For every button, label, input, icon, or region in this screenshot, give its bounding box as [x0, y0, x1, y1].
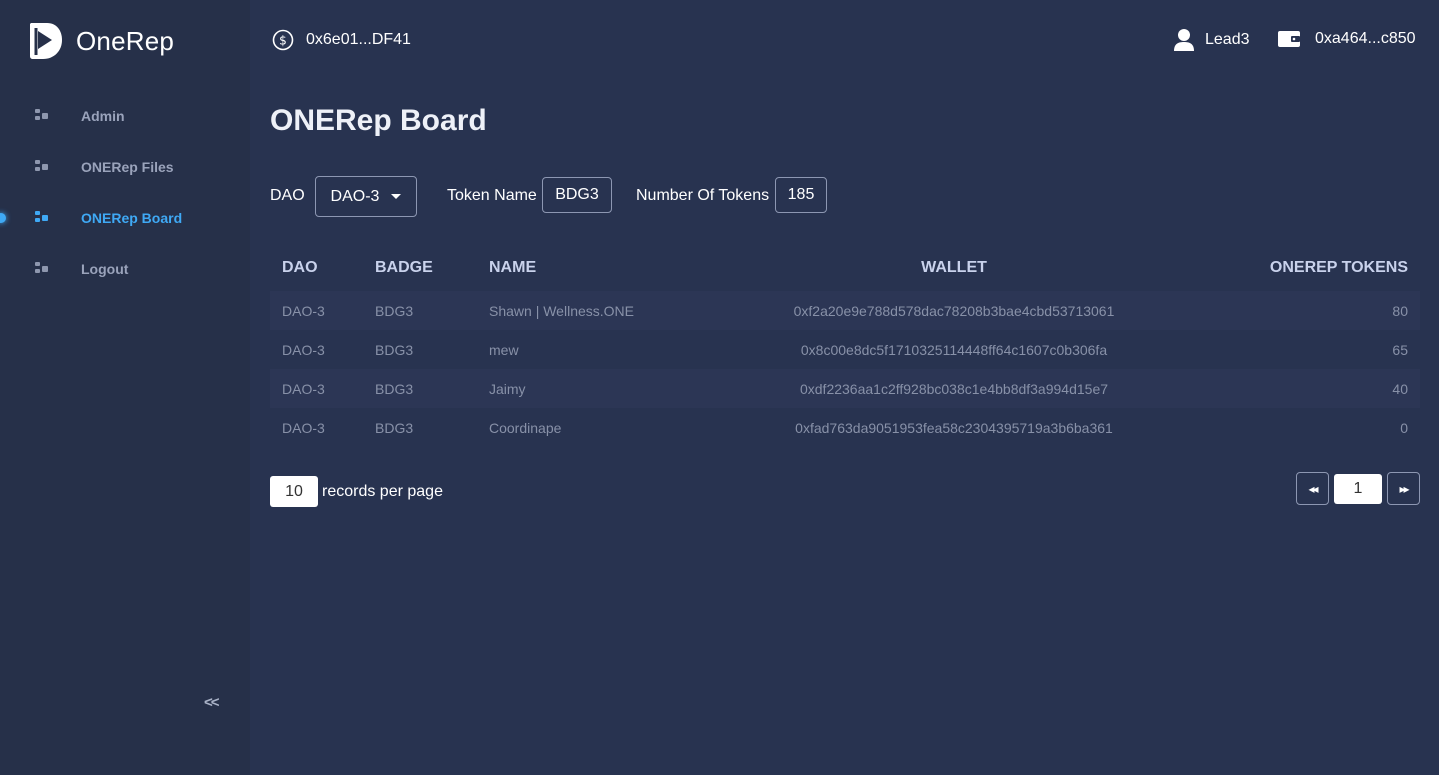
- sidebar-nav: Admin ONERep Files ONERep Board Logout: [0, 90, 250, 294]
- sidebar-item-label: ONERep Board: [81, 209, 183, 226]
- cell-name: Coordinape: [489, 420, 562, 436]
- cell-badge: BDG3: [375, 342, 414, 358]
- current-page-number: 1: [1353, 480, 1363, 497]
- onerep-logo-icon: [30, 23, 62, 59]
- token-name-field[interactable]: BDG3: [542, 177, 612, 213]
- token-name-label: Token Name: [447, 187, 537, 204]
- sidebar-item-label: ONERep Files: [81, 158, 174, 175]
- grid-dots-icon: [35, 262, 48, 273]
- cell-badge: BDG3: [375, 420, 414, 436]
- column-header-wallet-text: WALLET: [921, 259, 987, 276]
- table-row: DAO-3 BDG3 Shawn | Wellness.ONE 0xf2a20e…: [270, 291, 1420, 330]
- dao-label: DAO: [270, 187, 305, 204]
- last-page-button[interactable]: ▸▸: [1387, 472, 1420, 505]
- num-tokens-field[interactable]: 185: [775, 177, 827, 213]
- column-header-tokens[interactable]: ONEREP TOKENS: [1270, 259, 1408, 277]
- cell-wallet-text: 0xf2a20e9e788d578dac78208b3bae4cbd537130…: [793, 303, 1115, 319]
- table-row: DAO-3 BDG3 Jaimy 0xdf2236aa1c2ff928bc038…: [270, 369, 1420, 408]
- num-tokens-label: Number Of Tokens: [636, 187, 770, 204]
- column-header-badge[interactable]: BADGE: [375, 259, 433, 277]
- cell-wallet-text: 0x8c00e8dc5f1710325114448ff64c1607c0b306…: [800, 342, 1108, 358]
- sidebar-item-logout[interactable]: Logout: [0, 243, 250, 294]
- user-menu[interactable]: Lead3: [1173, 28, 1250, 52]
- cell-tokens: 40: [1392, 381, 1408, 397]
- grid-dots-icon: [35, 211, 48, 222]
- dao-select-value: DAO-3: [330, 187, 380, 205]
- grid-dots-icon: [35, 109, 48, 120]
- sidebar-item-onerep-files[interactable]: ONERep Files: [0, 141, 250, 192]
- wallet-address: 0xa464...c850: [1315, 30, 1416, 47]
- cell-name: Shawn | Wellness.ONE: [489, 303, 634, 319]
- cell-name: Jaimy: [489, 381, 526, 397]
- table-row: DAO-3 BDG3 mew 0x8c00e8dc5f1710325114448…: [270, 330, 1420, 369]
- page-title: ONERep Board: [270, 104, 487, 137]
- top-header: $ 0x6e01...DF41 Lead3 0xa464...c850: [250, 0, 1439, 80]
- cell-tokens: 65: [1392, 342, 1408, 358]
- user-name: Lead3: [1205, 31, 1250, 48]
- onerep-board-table: DAO BADGE NAME WALLET ONEREP TOKENS DAO-…: [270, 247, 1420, 447]
- sidebar-item-label: Admin: [81, 107, 125, 124]
- dollar-circle-icon: $: [272, 29, 294, 51]
- collapse-sidebar-button[interactable]: <<: [204, 694, 219, 711]
- sidebar-item-admin[interactable]: Admin: [0, 90, 250, 141]
- cell-wallet-text: 0xfad763da9051953fea58c2304395719a3b6ba3…: [795, 420, 1113, 436]
- contract-address: $ 0x6e01...DF41: [272, 29, 411, 51]
- logo[interactable]: OneRep: [27, 21, 174, 61]
- first-page-button[interactable]: ◂◂: [1296, 472, 1329, 505]
- last-page-icon: ▸▸: [1399, 481, 1409, 496]
- cell-name: mew: [489, 342, 519, 358]
- table-header: DAO BADGE NAME WALLET ONEREP TOKENS: [270, 247, 1420, 291]
- active-indicator: [0, 213, 6, 223]
- sidebar: OneRep Admin ONERep Files ONERep Board L…: [0, 0, 250, 775]
- wallet-menu[interactable]: 0xa464...c850: [1277, 29, 1416, 49]
- sidebar-item-label: Logout: [81, 260, 129, 277]
- svg-text:$: $: [279, 34, 287, 48]
- first-page-icon: ◂◂: [1308, 481, 1318, 496]
- cell-dao: DAO-3: [282, 420, 325, 436]
- cell-badge: BDG3: [375, 303, 414, 319]
- grid-dots-icon: [35, 160, 48, 171]
- cell-tokens: 80: [1392, 303, 1408, 319]
- records-per-page-value: 10: [285, 482, 303, 500]
- dao-select[interactable]: DAO-3: [315, 176, 417, 217]
- cell-dao: DAO-3: [282, 342, 325, 358]
- column-header-dao[interactable]: DAO: [282, 259, 318, 277]
- cell-tokens: 0: [1400, 420, 1408, 436]
- wallet-icon: [1278, 31, 1300, 47]
- cell-dao: DAO-3: [282, 303, 325, 319]
- contract-address-text: 0x6e01...DF41: [306, 31, 411, 48]
- num-tokens-value: 185: [787, 186, 815, 203]
- cell-badge: BDG3: [375, 381, 414, 397]
- sidebar-item-onerep-board[interactable]: ONERep Board: [0, 192, 250, 243]
- token-name-value: BDG3: [555, 186, 599, 203]
- cell-wallet-text: 0xdf2236aa1c2ff928bc038c1e4bb8df3a994d15…: [799, 381, 1109, 397]
- records-per-page-select[interactable]: 10: [270, 476, 318, 507]
- current-page-button[interactable]: 1: [1334, 474, 1382, 504]
- app-name: OneRep: [76, 25, 175, 56]
- user-icon: [1174, 29, 1194, 51]
- cell-dao: DAO-3: [282, 381, 325, 397]
- records-per-page-label: records per page: [322, 483, 443, 500]
- table-row: DAO-3 BDG3 Coordinape 0xfad763da9051953f…: [270, 408, 1420, 447]
- column-header-name[interactable]: NAME: [489, 259, 536, 277]
- chevron-down-icon: [391, 194, 402, 199]
